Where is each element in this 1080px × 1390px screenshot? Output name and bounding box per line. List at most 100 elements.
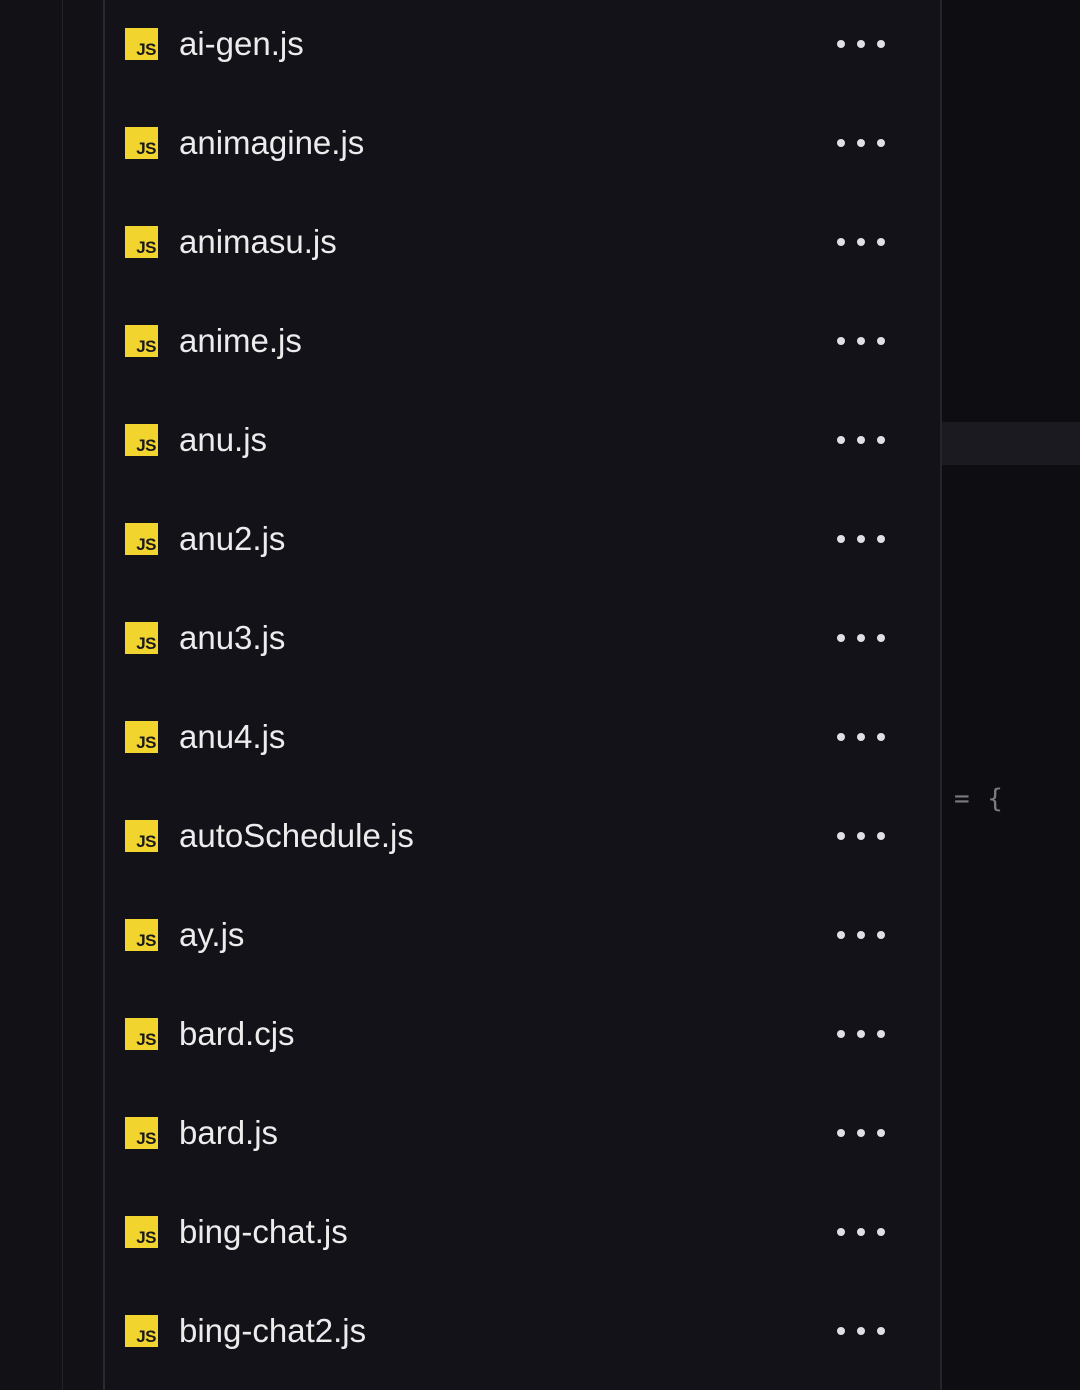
more-horizontal-icon-dot [877,1129,885,1137]
more-options-button[interactable] [833,327,889,355]
javascript-file-icon: JS [125,721,158,753]
more-horizontal-icon-dot [837,1228,845,1236]
js-badge-label: JS [136,832,156,851]
file-row[interactable]: JS anu2.js [105,495,940,594]
more-options-button[interactable] [833,426,889,454]
screen: JS ai-gen.js JS animagine.js JS animasu.… [0,0,1080,1390]
more-horizontal-icon-dot [877,238,885,246]
more-options-button[interactable] [833,129,889,157]
current-line-highlight [942,422,1080,465]
file-name: anu4.js [179,718,286,755]
more-horizontal-icon-dot [877,733,885,741]
more-horizontal-icon-dot [877,634,885,642]
more-horizontal-icon-dot [877,931,885,939]
activity-gutter [0,0,62,1390]
file-row[interactable]: JS autoSchedule.js [105,792,940,891]
file-row[interactable]: JS bing-chat.js [105,1188,940,1287]
file-name: bing-chat.js [179,1213,348,1250]
file-list: JS ai-gen.js JS animagine.js JS animasu.… [105,0,940,1386]
js-badge-label: JS [136,238,156,257]
javascript-file-icon: JS [125,523,158,555]
more-horizontal-icon-dot [877,832,885,840]
js-badge-label: JS [136,931,156,950]
more-horizontal-icon-dot [857,634,865,642]
file-row[interactable]: JS anu4.js [105,693,940,792]
code-editor[interactable]: = { [942,0,1080,1390]
file-row[interactable]: JS anime.js [105,297,940,396]
more-horizontal-icon-dot [857,535,865,543]
file-row[interactable]: JS animagine.js [105,99,940,198]
file-row[interactable]: JS ay.js [105,891,940,990]
javascript-file-icon: JS [125,1117,158,1149]
file-row[interactable]: JS anu3.js [105,594,940,693]
more-horizontal-icon-dot [857,337,865,345]
javascript-file-icon: JS [125,127,158,159]
js-badge-label: JS [136,1228,156,1247]
javascript-file-icon: JS [125,919,158,951]
more-horizontal-icon-dot [857,40,865,48]
javascript-file-icon: JS [125,1216,158,1248]
js-badge-label: JS [136,337,156,356]
more-options-button[interactable] [833,1317,889,1345]
more-horizontal-icon-dot [857,733,865,741]
more-horizontal-icon-dot [837,337,845,345]
file-name: bard.js [179,1114,279,1151]
more-horizontal-icon-dot [857,139,865,147]
more-options-button[interactable] [833,525,889,553]
file-row[interactable]: JS bard.js [105,1089,940,1188]
more-options-button[interactable] [833,30,889,58]
more-options-button[interactable] [833,624,889,652]
more-horizontal-icon-dot [837,931,845,939]
more-horizontal-icon-dot [837,634,845,642]
more-horizontal-icon-dot [837,832,845,840]
javascript-file-icon: JS [125,28,158,60]
file-row[interactable]: JS anu.js [105,396,940,495]
more-horizontal-icon-dot [857,1327,865,1335]
javascript-file-icon: JS [125,622,158,654]
file-row[interactable]: JS bing-chat2.js [105,1287,940,1386]
more-horizontal-icon-dot [877,40,885,48]
file-name: anu.js [179,421,268,458]
file-name: anime.js [179,322,302,359]
more-horizontal-icon-dot [877,139,885,147]
more-options-button[interactable] [833,1218,889,1246]
more-options-button[interactable] [833,1020,889,1048]
more-horizontal-icon-dot [837,1030,845,1038]
javascript-file-icon: JS [125,1315,158,1347]
file-name: bard.cjs [179,1015,295,1052]
js-badge-label: JS [136,40,156,59]
javascript-file-icon: JS [125,424,158,456]
more-horizontal-icon-dot [837,535,845,543]
file-name: anu3.js [179,619,286,656]
more-horizontal-icon-dot [857,1030,865,1038]
more-horizontal-icon-dot [837,238,845,246]
more-horizontal-icon-dot [877,1228,885,1236]
js-badge-label: JS [136,634,156,653]
more-horizontal-icon-dot [877,337,885,345]
more-options-button[interactable] [833,921,889,949]
javascript-file-icon: JS [125,820,158,852]
file-name: anu2.js [179,520,286,557]
more-horizontal-icon-dot [837,1129,845,1137]
more-horizontal-icon-dot [837,733,845,741]
more-options-button[interactable] [833,822,889,850]
javascript-file-icon: JS [125,325,158,357]
more-horizontal-icon-dot [877,436,885,444]
file-row[interactable]: JS bard.cjs [105,990,940,1089]
javascript-file-icon: JS [125,226,158,258]
more-horizontal-icon-dot [837,436,845,444]
file-name: animagine.js [179,124,365,161]
more-horizontal-icon-dot [857,931,865,939]
more-options-button[interactable] [833,228,889,256]
file-name: bing-chat2.js [179,1312,367,1349]
more-options-button[interactable] [833,1119,889,1147]
more-horizontal-icon-dot [837,139,845,147]
file-row[interactable]: JS animasu.js [105,198,940,297]
code-line: = { [954,784,1004,814]
more-horizontal-icon-dot [857,1228,865,1236]
more-horizontal-icon-dot [877,1030,885,1038]
more-options-button[interactable] [833,723,889,751]
more-horizontal-icon-dot [837,1327,845,1335]
more-horizontal-icon-dot [857,436,865,444]
file-row[interactable]: JS ai-gen.js [105,0,940,99]
